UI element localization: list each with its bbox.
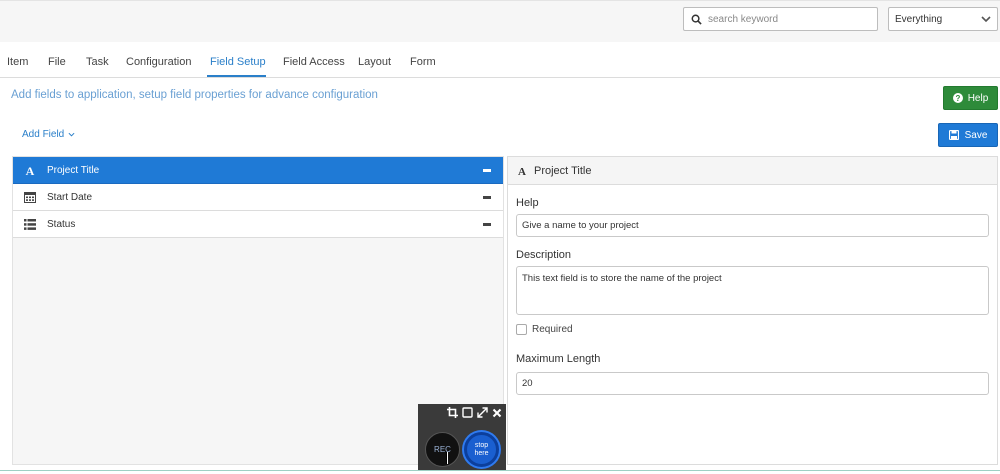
question-circle-icon: ? (952, 93, 963, 103)
scope-select[interactable]: Everything (888, 7, 998, 31)
tab-task[interactable]: Task (86, 56, 109, 68)
window-icon[interactable] (462, 407, 473, 418)
tab-layout[interactable]: Layout (358, 56, 391, 68)
description-field-label: Description (516, 249, 572, 261)
floppy-disk-icon (948, 130, 959, 140)
properties-header: A Project Title (508, 157, 997, 185)
bottom-border (0, 470, 1000, 471)
list-icon (13, 218, 47, 230)
crop-icon[interactable] (447, 407, 458, 418)
tab-item[interactable]: Item (7, 56, 28, 68)
close-icon[interactable] (492, 408, 502, 418)
help-field-label: Help (516, 197, 539, 209)
expand-icon[interactable] (477, 407, 488, 418)
collapse-minus-icon[interactable] (483, 222, 491, 226)
calendar-icon (13, 191, 47, 203)
recorder-toolbar (447, 407, 502, 418)
description-textarea[interactable]: This text field is to store the name of … (516, 266, 989, 315)
tab-field-setup[interactable]: Field Setup (210, 56, 266, 68)
help-button[interactable]: ? Help (943, 86, 998, 110)
text-type-icon: A (518, 166, 526, 176)
help-text-input[interactable] (516, 214, 989, 237)
tab-form[interactable]: Form (410, 56, 436, 68)
svg-text:A: A (26, 164, 35, 176)
field-list-item[interactable]: Start Date (13, 184, 503, 211)
tab-configuration[interactable]: Configuration (126, 56, 191, 68)
text-cursor (446, 452, 448, 464)
screen-recorder-widget: REC stop here (418, 404, 506, 470)
top-bar: Everything (0, 0, 1000, 42)
tab-field-access[interactable]: Field Access (283, 56, 345, 68)
record-button[interactable]: REC (425, 432, 460, 467)
collapse-minus-icon[interactable] (483, 168, 491, 172)
field-label: Status (47, 218, 76, 230)
max-length-input[interactable] (516, 372, 989, 395)
search-input[interactable] (708, 13, 868, 25)
search-icon (691, 14, 702, 25)
help-button-label: Help (967, 92, 989, 104)
active-tab-indicator (207, 75, 266, 77)
search-box[interactable] (683, 7, 878, 31)
field-label: Project Title (47, 164, 100, 176)
save-button-label: Save (964, 129, 988, 141)
max-length-label: Maximum Length (516, 353, 601, 365)
page-subtitle: Add fields to application, setup field p… (11, 89, 378, 101)
svg-text:?: ? (955, 94, 960, 103)
scope-select-value: Everything (895, 13, 943, 25)
add-field-label: Add Field (22, 129, 65, 140)
field-list-item[interactable]: Status (13, 211, 503, 238)
chevron-down-icon (68, 132, 75, 137)
tab-file[interactable]: File (48, 56, 66, 68)
properties-title: Project Title (534, 164, 592, 177)
stop-recording-button[interactable]: stop here (464, 432, 499, 467)
tab-bar: Item File Task Configuration Field Setup… (0, 42, 1000, 78)
add-field-dropdown[interactable]: Add Field (22, 129, 75, 140)
chevron-down-icon (981, 15, 991, 22)
field-properties-panel: A Project Title Help Description This te… (507, 156, 998, 465)
required-checkbox[interactable] (516, 324, 527, 335)
svg-text:A: A (518, 166, 526, 176)
field-label: Start Date (47, 191, 93, 203)
required-label: Required (532, 324, 573, 335)
field-list-item[interactable]: A Project Title (13, 157, 503, 184)
save-button[interactable]: Save (938, 123, 998, 147)
collapse-minus-icon[interactable] (483, 195, 491, 199)
text-type-icon: A (13, 164, 47, 176)
required-checkbox-row[interactable]: Required (516, 324, 573, 335)
